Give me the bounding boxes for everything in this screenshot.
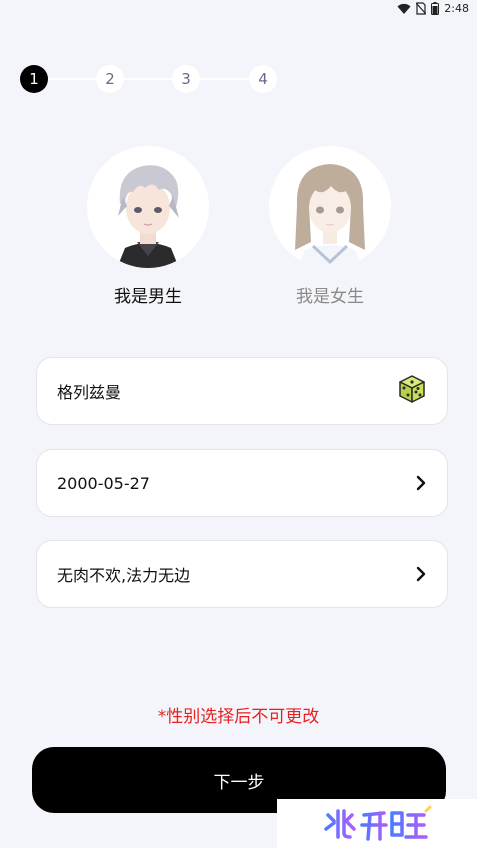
battery-icon [431,2,440,15]
female-avatar [269,146,391,268]
birthday-value: 2000-05-27 [57,473,150,493]
watermark-logo [277,799,477,848]
signature-field[interactable]: 无肉不欢,法力无边 [36,540,448,608]
status-bar: 2:48 [0,0,477,20]
male-label: 我是男生 [114,287,182,307]
dice-icon[interactable] [397,374,427,408]
step-4: 4 [249,65,277,93]
status-time: 2:48 [444,2,469,15]
progress-stepper: 1 2 3 4 [20,65,278,93]
step-3: 3 [172,65,200,93]
step-connector [48,78,96,80]
gender-option-female[interactable]: 我是女生 [268,146,392,307]
step-connector [124,78,172,80]
nickname-value: 格列兹曼 [57,383,122,402]
male-avatar [87,146,209,268]
nickname-field[interactable]: 格列兹曼 [36,357,448,425]
status-icons: 2:48 [397,2,469,15]
step-1: 1 [20,65,48,93]
no-sim-icon [416,2,427,15]
signature-value: 无肉不欢,法力无边 [57,566,191,585]
gender-warning-text: *性别选择后不可更改 [157,707,320,727]
birthday-field[interactable]: 2000-05-27 [36,449,448,517]
gender-option-male[interactable]: 我是男生 [86,146,210,307]
wifi-icon [397,3,411,15]
step-connector [200,78,250,80]
step-2: 2 [96,65,124,93]
chevron-right-icon [415,475,427,491]
female-label: 我是女生 [296,287,364,307]
chevron-right-icon [415,566,427,582]
